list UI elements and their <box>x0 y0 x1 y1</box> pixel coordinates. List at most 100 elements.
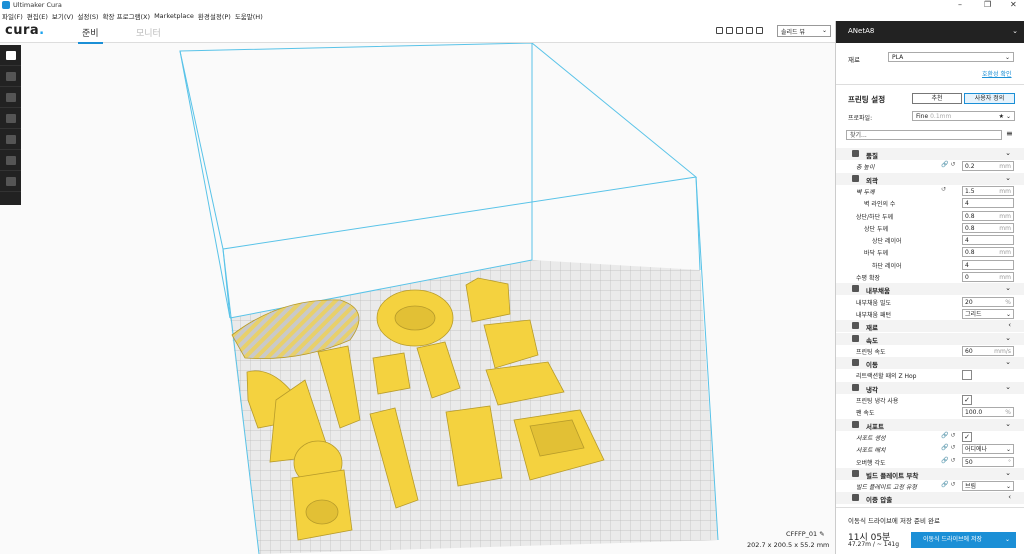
menu-help[interactable]: 도움말(H) <box>235 11 263 21</box>
stage-header: cura. 준비 모니터 솔리드 뷰 ⌄ <box>0 21 835 44</box>
view-top-icon[interactable] <box>736 27 743 34</box>
maximize-button[interactable]: ❐ <box>984 0 991 10</box>
category-arrow-icon: ⌄ <box>1005 419 1011 428</box>
setting-checkbox[interactable] <box>962 370 972 381</box>
setting-value-field[interactable]: 0 mm <box>962 272 1014 282</box>
menu-view[interactable]: 보기(V) <box>52 11 73 21</box>
link-reset-icons[interactable]: 🔗 ↺ <box>941 481 955 488</box>
setting-value-field[interactable]: 0.8 mm <box>962 210 1014 221</box>
category-2[interactable]: 외곽 ⌄ <box>836 172 1024 185</box>
category-icon <box>852 469 859 477</box>
setting-value-field[interactable]: 50 ° <box>962 456 1014 467</box>
setting-value-field[interactable]: 0.8 mm <box>962 247 1014 258</box>
category-label: 외곽 <box>866 176 878 185</box>
rotate-tool[interactable] <box>0 108 21 129</box>
window-title: Ultimaker Cura <box>13 1 62 9</box>
view-left-icon[interactable] <box>746 27 753 34</box>
category-14[interactable]: 재료 ‹ <box>836 320 1024 333</box>
setting-label: 상단 두께 <box>864 225 888 233</box>
recommended-button[interactable]: 추천 <box>912 93 962 104</box>
minimize-button[interactable]: – <box>958 0 962 10</box>
setting-value-field[interactable]: 4 <box>962 198 1014 209</box>
setting-value-field[interactable]: 100.0% <box>962 407 1014 418</box>
tab-prepare[interactable]: 준비 <box>78 26 103 44</box>
link-reset-icons[interactable]: 🔗 ↺ <box>941 161 955 168</box>
setting-value-field[interactable]: 브림 ⌄ <box>962 481 1014 492</box>
setting-row: 벽 두께 ↺ 1.5 mm <box>836 185 1024 197</box>
menu-settings[interactable]: 설정(S) <box>77 11 98 21</box>
link-reset-icons[interactable]: 🔗 ↺ <box>941 444 955 451</box>
link-reset-icons[interactable]: 🔗 ↺ <box>941 432 955 439</box>
settings-search-input[interactable]: 찾기... <box>846 130 1002 140</box>
setting-value-field[interactable]: 1.5 mm <box>962 185 1014 196</box>
chevron-down-icon: ⌄ <box>1005 310 1011 318</box>
setting-checkbox[interactable]: ✓ <box>962 395 972 405</box>
category-11[interactable]: 내부채움 ⌄ <box>836 283 1024 296</box>
job-name[interactable]: CFFFP_01 ✎ <box>786 530 825 538</box>
menu-edit[interactable]: 편집(E) <box>27 11 48 21</box>
setting-row: 수평 확장 0 mm <box>836 271 1024 283</box>
category-22[interactable]: 서포트 ⌄ <box>836 418 1024 431</box>
open-file-button[interactable] <box>0 45 21 66</box>
menu-extensions[interactable]: 확장 프로그램(X) <box>103 11 150 21</box>
category-28[interactable]: 이중 압출 ‹ <box>836 492 1024 505</box>
custom-button[interactable]: 사용자 정의 <box>964 93 1015 104</box>
link-reset-icons[interactable]: ↺ <box>941 186 946 193</box>
hamburger-menu-icon[interactable]: ≡ <box>1006 129 1013 138</box>
compatibility-link[interactable]: 호환성 확인 <box>982 69 1012 78</box>
settings-icon <box>5 155 16 165</box>
setting-label: 프린팅 냉각 사용 <box>856 398 899 405</box>
view-right-icon[interactable] <box>756 27 763 34</box>
material-select[interactable]: PLA ⌄ <box>888 52 1014 62</box>
category-15[interactable]: 속도 ⌄ <box>836 332 1024 345</box>
category-icon <box>852 359 859 367</box>
category-icon <box>852 150 859 157</box>
close-button[interactable]: ✕ <box>1010 0 1017 10</box>
material-usage: 47.27m / ~ 141g <box>848 541 900 548</box>
setting-value-field[interactable]: 20% <box>962 296 1014 307</box>
category-label: 서포트 <box>866 422 884 431</box>
category-26[interactable]: 빌드 플레이트 부착 ⌄ <box>836 467 1024 480</box>
tab-monitor[interactable]: 모니터 <box>136 26 161 39</box>
setting-checkbox[interactable]: ✓ <box>962 431 972 442</box>
category-icon <box>852 174 859 182</box>
setting-label: 벽 라인의 수 <box>864 201 896 209</box>
setting-row: 리트랙션할 때의 Z Hop <box>836 369 1024 381</box>
view-3d-icon[interactable] <box>716 27 723 34</box>
chevron-down-icon: ⌄ <box>1004 536 1010 543</box>
category-label: 빌드 플레이트 부착 <box>866 471 919 480</box>
build-volume-viewport[interactable] <box>0 43 835 554</box>
per-model-settings-tool[interactable] <box>0 150 21 171</box>
link-reset-icons[interactable]: 🔗 ↺ <box>941 457 955 464</box>
category-icon <box>852 420 859 428</box>
menu-file[interactable]: 파일(F) <box>2 11 23 21</box>
chevron-down-icon: ⌄ <box>1012 27 1018 35</box>
setting-value-field[interactable]: 0.8 mm <box>962 222 1014 233</box>
category-17[interactable]: 이동 ⌄ <box>836 357 1024 370</box>
save-to-drive-button[interactable]: 이동식 드라이브에 저장 ⌄ <box>911 532 1016 548</box>
move-tool[interactable] <box>0 66 21 87</box>
setting-value-field[interactable]: 4 <box>962 235 1014 246</box>
pencil-icon[interactable]: ✎ <box>819 530 824 538</box>
profile-select[interactable]: Fine 0.1mm ★ ⌄ <box>912 111 1015 121</box>
support-blocker-tool[interactable] <box>0 171 21 192</box>
setting-value-field[interactable]: 어디에나 ⌄ <box>962 444 1014 455</box>
view-type-select[interactable]: 솔리드 뷰 ⌄ <box>777 25 831 37</box>
mirror-tool[interactable] <box>0 129 21 150</box>
category-icon <box>852 285 859 293</box>
setting-value-field[interactable]: 60 mm/s <box>962 345 1014 356</box>
menu-preferences[interactable]: 환경설정(P) <box>198 11 231 21</box>
category-19[interactable]: 냉각 ⌄ <box>836 381 1024 394</box>
setting-value-field[interactable]: 4 <box>962 259 1014 270</box>
setting-value-field[interactable]: 그리드 ⌄ <box>962 308 1014 319</box>
setting-value-field[interactable]: 0.2 mm <box>962 161 1014 172</box>
menu-marketplace[interactable]: Marketplace <box>154 12 194 20</box>
category-label: 이중 압출 <box>866 496 893 505</box>
camera-view-buttons <box>716 27 763 34</box>
view-front-icon[interactable] <box>726 27 733 34</box>
printer-selector[interactable]: ANetA8 ⌄ <box>836 21 1024 43</box>
scale-tool[interactable] <box>0 87 21 108</box>
title-bar: Ultimaker Cura – ❐ ✕ <box>0 0 1024 10</box>
cura-logo: cura. <box>5 23 45 38</box>
category-0[interactable]: 품질 ⌄ <box>836 148 1024 160</box>
